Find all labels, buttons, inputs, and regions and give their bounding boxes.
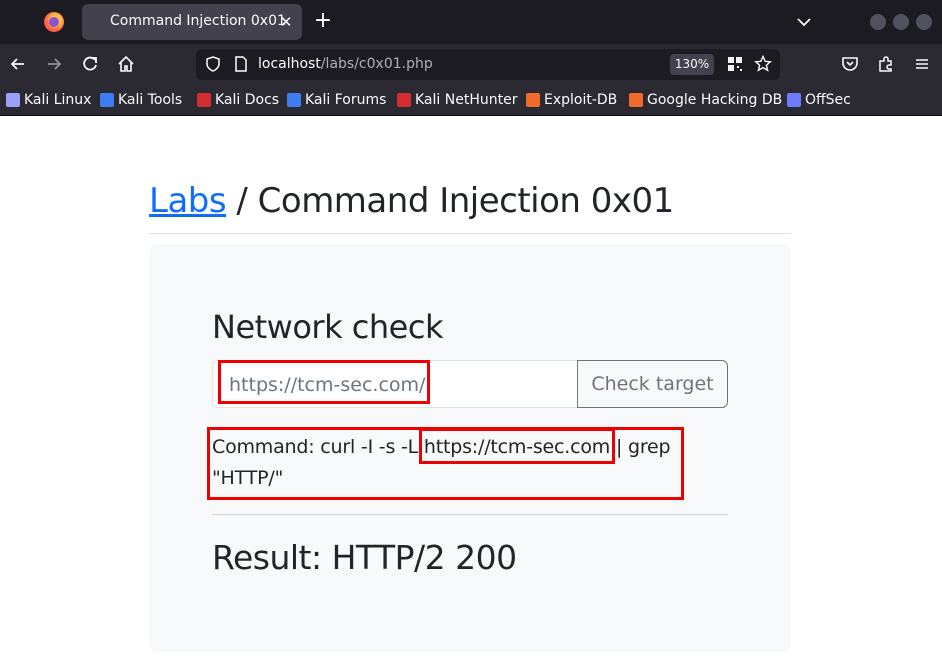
qr-code-icon[interactable] (726, 55, 746, 75)
chevron-down-icon[interactable] (794, 12, 814, 32)
bookmark-label: Kali NetHunter (415, 92, 518, 108)
new-tab-button[interactable]: + (312, 10, 334, 34)
close-tab-icon[interactable]: ✕ (276, 12, 296, 32)
close-window-button[interactable] (916, 14, 932, 30)
minimize-button[interactable] (870, 14, 886, 30)
annotation-box-input (218, 360, 430, 404)
card-title: Network check (212, 308, 443, 346)
exploit-db-icon (526, 93, 540, 107)
page-title: Labs / Command Injection 0x01 (149, 181, 674, 221)
firefox-icon[interactable] (44, 12, 64, 32)
bookmark-label: Exploit-DB (544, 92, 618, 108)
home-icon[interactable] (116, 54, 136, 74)
annotation-box-url (419, 428, 615, 464)
bookmark-label: Google Hacking DB (647, 92, 783, 108)
result-text: Result: HTTP/2 200 (212, 538, 517, 577)
url-host: localhost (258, 56, 321, 72)
bookmark-label: Kali Docs (215, 92, 280, 108)
bookmark-kali-docs[interactable]: Kali Docs (197, 91, 279, 109)
bookmark-google-hacking-db[interactable]: Google Hacking DB (629, 91, 782, 109)
bookmark-label: Kali Linux (24, 92, 92, 108)
back-arrow-icon[interactable] (8, 54, 28, 74)
page-title-text: / Command Injection 0x01 (226, 181, 674, 221)
url-bar[interactable]: localhost/labs/c0x01.php 130% (196, 49, 780, 80)
forward-arrow-icon[interactable] (44, 54, 64, 74)
kali-dragon-icon (6, 93, 20, 107)
bookmark-label: Kali Tools (118, 92, 183, 108)
url-text[interactable]: localhost/labs/c0x01.php (258, 56, 433, 72)
bookmark-exploit-db[interactable]: Exploit-DB (526, 91, 617, 109)
kali-forums-icon (287, 93, 301, 107)
extensions-icon[interactable] (876, 54, 896, 74)
tab-title: Command Injection 0x01 (110, 13, 286, 29)
shield-icon[interactable] (204, 55, 224, 75)
result-divider (212, 514, 728, 515)
bookmark-label: Kali Forums (305, 92, 387, 108)
bookmark-star-icon[interactable] (754, 54, 774, 75)
bookmark-kali-tools[interactable]: Kali Tools (100, 91, 182, 109)
kali-tools-icon (100, 93, 114, 107)
ghdb-icon (629, 93, 643, 107)
offsec-icon (787, 93, 801, 107)
bookmark-label: OffSec (805, 92, 851, 108)
nav-toolbar: localhost/labs/c0x01.php 130% (0, 44, 942, 84)
title-divider (149, 233, 791, 234)
url-path: /labs/c0x01.php (320, 56, 433, 72)
bookmarks-bar: Kali Linux Kali Tools Kali Docs Kali For… (0, 84, 942, 116)
maximize-button[interactable] (893, 14, 909, 30)
bookmark-kali-linux[interactable]: Kali Linux (6, 91, 91, 109)
check-target-button[interactable]: Check target (577, 360, 728, 408)
tab-bar: Command Injection 0x01 ✕ + (0, 0, 942, 44)
zoom-indicator[interactable]: 130% (670, 54, 714, 75)
nethunter-icon (397, 93, 411, 107)
active-tab[interactable]: Command Injection 0x01 ✕ (82, 4, 302, 40)
bookmark-kali-nethunter[interactable]: Kali NetHunter (397, 91, 517, 109)
menu-icon[interactable] (912, 54, 932, 74)
pocket-icon[interactable] (840, 54, 860, 74)
reload-icon[interactable] (80, 54, 100, 74)
page-content: Labs / Command Injection 0x01 Network ch… (0, 117, 942, 670)
labs-link[interactable]: Labs (149, 181, 227, 221)
bookmark-kali-forums[interactable]: Kali Forums (287, 91, 386, 109)
page-icon[interactable] (232, 55, 252, 75)
bookmark-offsec[interactable]: OffSec (787, 91, 851, 109)
kali-docs-icon (197, 93, 211, 107)
